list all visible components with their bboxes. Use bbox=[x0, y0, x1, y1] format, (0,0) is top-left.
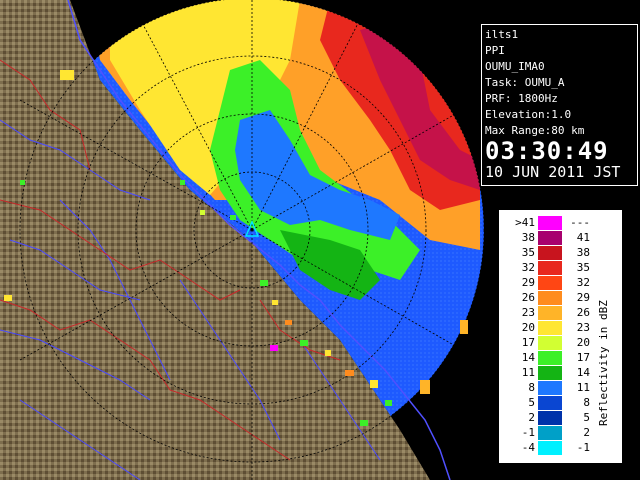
legend-upper-bound: 14 bbox=[576, 366, 590, 379]
legend-lower-bound: 29 bbox=[521, 276, 535, 289]
legend-lower-bound: 20 bbox=[521, 321, 535, 334]
legend-lower-bound: -1 bbox=[521, 426, 535, 439]
legend-swatch bbox=[538, 410, 562, 425]
legend-lower-bound: 26 bbox=[521, 291, 535, 304]
legend-row: >41 --- bbox=[509, 215, 590, 230]
legend-lower-bound: 17 bbox=[521, 336, 535, 349]
legend-lower-bound: 11 bbox=[521, 366, 535, 379]
legend-swatch bbox=[538, 395, 562, 410]
legend-swatch bbox=[538, 260, 562, 275]
legend-row: 26 29 bbox=[509, 290, 590, 305]
legend-row: -1 2 bbox=[509, 425, 590, 440]
legend-lower-bound: -4 bbox=[521, 441, 535, 454]
legend-row: 23 26 bbox=[509, 305, 590, 320]
legend-row: 35 38 bbox=[509, 245, 590, 260]
elevation-value: Elevation:1.0 bbox=[485, 108, 572, 121]
reflectivity-legend: >41 --- 38 41 35 38 32 35 29 32 26 29 23 26 20 23 17 20 14… bbox=[498, 209, 623, 464]
legend-rows: >41 --- 38 41 35 38 32 35 29 32 26 29 23 26 20 23 17 20 14… bbox=[509, 215, 590, 455]
legend-upper-bound: 35 bbox=[576, 261, 590, 274]
legend-title-text: Reflectivity in dBZ bbox=[597, 300, 610, 426]
legend-upper-bound: --- bbox=[570, 216, 590, 229]
scan-date: 10 JUN 2011 JST bbox=[485, 163, 621, 181]
legend-upper-bound: 23 bbox=[576, 321, 590, 334]
legend-upper-bound: 17 bbox=[576, 351, 590, 364]
legend-lower-bound: 38 bbox=[521, 231, 535, 244]
legend-row: 20 23 bbox=[509, 320, 590, 335]
legend-swatch bbox=[538, 425, 562, 440]
legend-upper-bound: -1 bbox=[576, 441, 590, 454]
legend-lower-bound: 14 bbox=[521, 351, 535, 364]
legend-upper-bound: 11 bbox=[576, 381, 590, 394]
legend-lower-bound: 35 bbox=[521, 246, 535, 259]
legend-row: 29 32 bbox=[509, 275, 590, 290]
legend-swatch bbox=[538, 215, 562, 230]
legend-lower-bound: 2 bbox=[528, 411, 535, 424]
legend-upper-bound: 32 bbox=[576, 276, 590, 289]
legend-swatch bbox=[538, 230, 562, 245]
legend-row: -4 -1 bbox=[509, 440, 590, 455]
legend-swatch bbox=[538, 245, 562, 260]
legend-swatch bbox=[538, 380, 562, 395]
legend-upper-bound: 5 bbox=[583, 411, 590, 424]
legend-row: 38 41 bbox=[509, 230, 590, 245]
legend-swatch bbox=[538, 290, 562, 305]
legend-upper-bound: 20 bbox=[576, 336, 590, 349]
task-name: Task: OUMU_A bbox=[485, 76, 565, 89]
legend-upper-bound: 38 bbox=[576, 246, 590, 259]
legend-upper-bound: 41 bbox=[576, 231, 590, 244]
legend-title: Reflectivity in dBZ bbox=[597, 300, 610, 426]
legend-swatch bbox=[538, 320, 562, 335]
legend-upper-bound: 2 bbox=[583, 426, 590, 439]
legend-lower-bound: 32 bbox=[521, 261, 535, 274]
legend-swatch bbox=[538, 305, 562, 320]
legend-row: 8 11 bbox=[509, 380, 590, 395]
legend-lower-bound: >41 bbox=[515, 216, 535, 229]
legend-swatch bbox=[538, 275, 562, 290]
legend-lower-bound: 5 bbox=[528, 396, 535, 409]
legend-row: 11 14 bbox=[509, 365, 590, 380]
legend-upper-bound: 26 bbox=[576, 306, 590, 319]
scan-type: PPI bbox=[485, 44, 505, 57]
legend-row: 17 20 bbox=[509, 335, 590, 350]
radar-name: ilts1 bbox=[485, 28, 519, 41]
prf-value: PRF: 1800Hz bbox=[485, 92, 558, 105]
legend-row: 25 bbox=[509, 410, 590, 425]
legend-swatch bbox=[538, 350, 562, 365]
legend-lower-bound: 8 bbox=[528, 381, 535, 394]
scan-info-panel: ilts1 PPI OUMU_IMA0 Task: OUMU_A PRF: 18… bbox=[481, 24, 638, 186]
legend-upper-bound: 8 bbox=[583, 396, 590, 409]
legend-row: 32 35 bbox=[509, 260, 590, 275]
product-name: OUMU_IMA0 bbox=[485, 60, 545, 73]
legend-upper-bound: 29 bbox=[576, 291, 590, 304]
legend-swatch bbox=[538, 365, 562, 380]
legend-swatch bbox=[538, 335, 562, 350]
legend-lower-bound: 23 bbox=[521, 306, 535, 319]
legend-row: 14 17 bbox=[509, 350, 590, 365]
legend-row: 58 bbox=[509, 395, 590, 410]
scan-time: 03:30:49 bbox=[485, 137, 609, 165]
legend-swatch bbox=[538, 440, 562, 455]
